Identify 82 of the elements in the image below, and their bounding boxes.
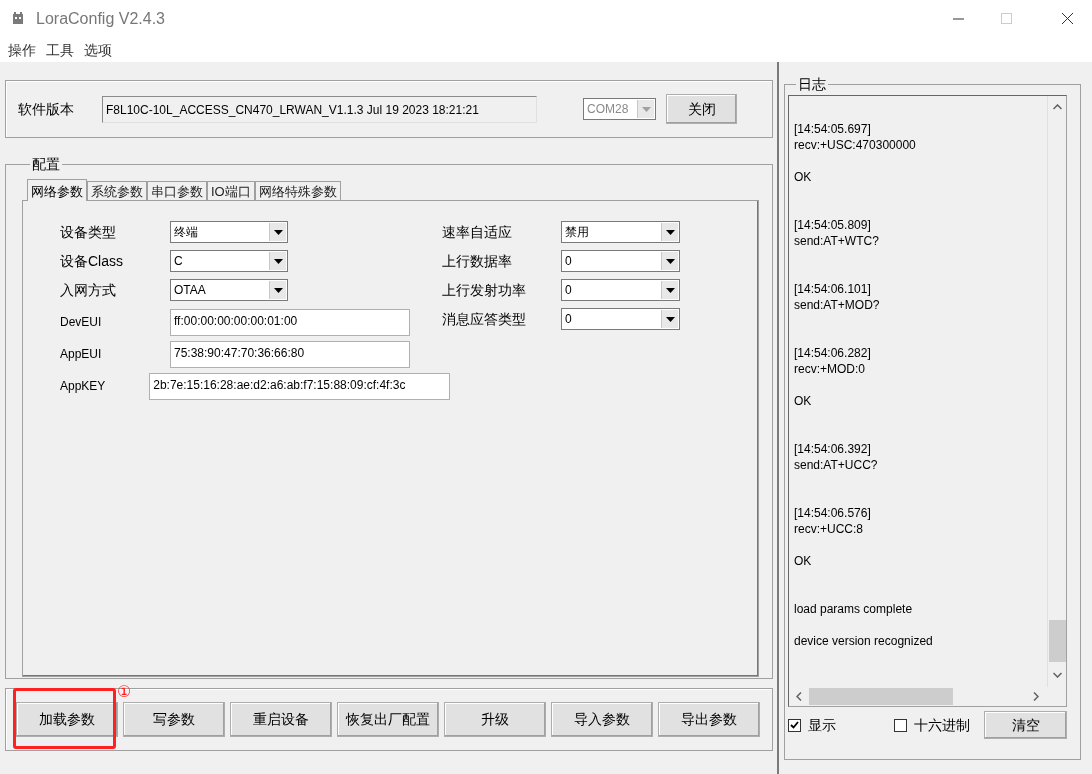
scroll-up-icon[interactable] — [1052, 104, 1062, 110]
checkbox[interactable] — [894, 718, 907, 732]
checkbox-label: 十六进制 — [914, 715, 970, 735]
log-line: OK — [794, 393, 812, 409]
field-label: 速率自适应 — [442, 222, 513, 242]
tab[interactable]: 系统参数 — [87, 181, 147, 200]
log-line: send:AT+WTC? — [794, 233, 879, 249]
action-button[interactable]: 加载参数 — [16, 702, 118, 737]
field-label: 设备类型 — [60, 222, 117, 242]
checkbox[interactable] — [788, 718, 801, 732]
action-button[interactable]: 重启设备 — [230, 702, 332, 737]
text-field[interactable]: 75:38:90:47:70:36:66:80 — [170, 340, 410, 368]
caret-down-icon — [273, 258, 283, 264]
app-icon — [10, 11, 26, 27]
log-line: [14:54:06.576] — [794, 505, 871, 521]
action-button[interactable]: 导出参数 — [658, 702, 760, 737]
caret-down-icon — [665, 229, 675, 235]
scroll-right-icon[interactable] — [1033, 692, 1039, 701]
scroll-left-icon[interactable] — [796, 692, 802, 701]
log-line: [14:54:05.809] — [794, 217, 871, 233]
log-line: device version recognized — [794, 633, 933, 649]
dropdown[interactable]: 0 — [561, 279, 680, 301]
menu-item[interactable]: 工具 — [46, 39, 74, 61]
log-line: send:AT+MOD? — [794, 297, 880, 313]
checkmark-icon — [790, 721, 799, 729]
menu-item[interactable]: 选项 — [84, 39, 112, 61]
text-field[interactable]: ff:00:00:00:00:00:01:00 — [170, 308, 410, 336]
caret-down-icon — [665, 316, 675, 322]
tab[interactable]: 网络特殊参数 — [254, 181, 341, 200]
log-line: [14:54:06.392] — [794, 441, 871, 457]
log-line: recv:+USC:470300000 — [794, 137, 916, 153]
tab[interactable]: 网络参数 — [27, 179, 87, 201]
log-line: OK — [794, 169, 812, 185]
dropdown[interactable]: 禁用 — [561, 221, 680, 243]
dropdown[interactable]: OTAA — [170, 279, 288, 301]
dropdown[interactable]: 0 — [561, 250, 680, 272]
log-line: [14:54:06.101] — [794, 281, 871, 297]
dropdown[interactable]: C — [170, 250, 288, 272]
action-button[interactable]: 导入参数 — [551, 702, 653, 737]
caret-down-icon — [273, 229, 283, 235]
tab[interactable]: IO端口 — [207, 181, 255, 200]
caret-down-icon — [273, 287, 283, 293]
caret-down-icon — [665, 287, 675, 293]
dropdown[interactable]: 终端 — [170, 221, 288, 243]
field-label: 入网方式 — [60, 280, 117, 300]
caret-down-icon — [641, 106, 651, 112]
field-label: DevEUI — [60, 314, 103, 331]
action-button[interactable]: 升级 — [444, 702, 546, 737]
field-label: AppEUI — [60, 346, 103, 363]
field-label: 消息应答类型 — [442, 309, 527, 329]
group-title: 日志 — [797, 75, 827, 94]
vertical-scrollbar[interactable] — [1047, 96, 1066, 687]
version-field: F8L10C-10L_ACCESS_CN470_LRWAN_V1.1.3 Jul 19 2023 18:21:21 — [102, 95, 537, 123]
close-port-button[interactable]: 关闭 — [666, 94, 737, 124]
text-field[interactable]: 2b:7e:15:16:28:ae:d2:a6:ab:f7:15:88:09:cf:4f:3c — [149, 372, 450, 400]
scroll-thumb[interactable] — [809, 688, 953, 705]
log-line: recv:+MOD:0 — [794, 361, 865, 377]
field-label: 软件版本 — [18, 99, 75, 119]
step-number: ① — [117, 683, 132, 701]
field-label: 设备Class — [60, 251, 124, 271]
log-line: send:AT+UCC? — [794, 457, 878, 473]
log-line: [14:54:06.282] — [794, 345, 871, 361]
log-line: load params complete — [794, 601, 913, 617]
caret-down-icon — [665, 258, 675, 264]
scroll-thumb[interactable] — [1048, 620, 1066, 662]
field-label: 上行数据率 — [442, 251, 513, 271]
log-line: [14:54:05.697] — [794, 121, 871, 137]
action-button[interactable]: 恢复出厂配置 — [337, 702, 439, 737]
field-label: 上行发射功率 — [442, 280, 527, 300]
tab[interactable]: 串口参数 — [147, 181, 207, 200]
window-title: LoraConfig V2.4.3 — [36, 9, 165, 29]
close-icon[interactable] — [1062, 13, 1074, 25]
group-title: 配置 — [31, 155, 61, 174]
dropdown[interactable]: 0 — [561, 308, 680, 330]
field-label: AppKEY — [60, 378, 107, 395]
log-line: OK — [794, 553, 812, 569]
log-line: recv:+UCC:8 — [794, 521, 864, 537]
checkbox-label: 显示 — [808, 715, 836, 735]
action-button[interactable]: 写参数 — [123, 702, 225, 737]
scroll-down-icon[interactable] — [1052, 672, 1062, 678]
clear-button[interactable]: 清空 — [984, 711, 1067, 739]
menu-item[interactable]: 操作 — [8, 39, 36, 61]
